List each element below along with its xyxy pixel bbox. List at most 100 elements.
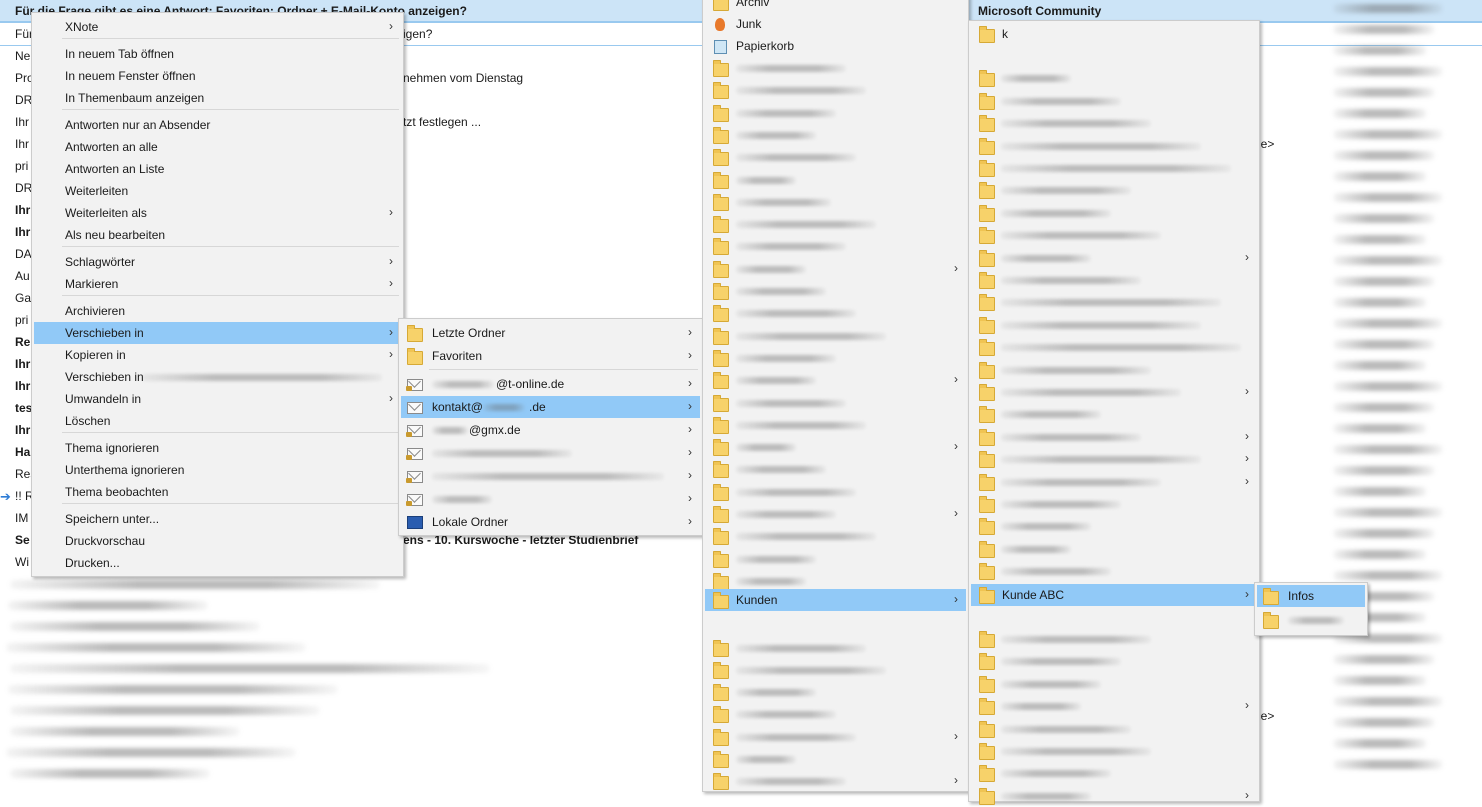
menu-item-account-redacted[interactable]: ›	[401, 442, 700, 464]
menu-item-folder[interactable]	[971, 90, 1257, 112]
menu-item-folder[interactable]	[705, 124, 966, 146]
menu-item-folder[interactable]: ›	[705, 770, 966, 792]
menu-item-folder[interactable]: ›	[971, 426, 1257, 448]
menu-item-move-to-recent[interactable]: Verschieben in	[34, 366, 401, 388]
menu-item-account-redacted[interactable]: ›	[401, 488, 700, 510]
menu-item-folder[interactable]	[705, 57, 966, 79]
mail-row-stub[interactable]: DA	[15, 247, 31, 261]
menu-item-folder[interactable]	[971, 493, 1257, 515]
menu-item-folder[interactable]	[705, 525, 966, 547]
mail-row-stub[interactable]: Für	[15, 27, 31, 41]
menu-item-folder[interactable]	[971, 628, 1257, 650]
menu-item-delete[interactable]: Löschen	[34, 410, 401, 432]
mail-row-stub[interactable]: Ihr	[15, 357, 31, 371]
menu-item-folder[interactable]	[705, 146, 966, 168]
menu-item-tags[interactable]: Schlagwörter ›	[34, 251, 401, 273]
menu-item-redacted-folder[interactable]	[1257, 609, 1365, 631]
menu-item-trash[interactable]: Papierkorb	[705, 35, 966, 57]
menu-item-folder[interactable]	[705, 414, 966, 436]
menu-item-folder[interactable]	[971, 224, 1257, 246]
menu-item-ignore-thread[interactable]: Thema ignorieren	[34, 437, 401, 459]
mail-row-stub[interactable]: !! R	[15, 489, 31, 503]
menu-item-k[interactable]: k	[971, 23, 1257, 45]
menu-item-folder[interactable]	[705, 169, 966, 191]
menu-item-edit-as-new[interactable]: Als neu bearbeiten	[34, 224, 401, 246]
menu-item-folder[interactable]	[971, 560, 1257, 582]
menu-item-open-in-new-window[interactable]: In neuem Fenster öffnen	[34, 65, 401, 87]
mail-row-stub[interactable]: pri	[15, 159, 31, 173]
menu-item-copy-to[interactable]: Kopieren in ›	[34, 344, 401, 366]
menu-item-folder[interactable]	[971, 515, 1257, 537]
menu-item-convert-to[interactable]: Umwandeln in ›	[34, 388, 401, 410]
menu-item-folder[interactable]	[971, 269, 1257, 291]
menu-item-folder[interactable]: ›	[705, 436, 966, 458]
menu-item-watch-thread[interactable]: Thema beobachten	[34, 481, 401, 503]
menu-item-reply-all[interactable]: Antworten an alle	[34, 136, 401, 158]
mail-row-stub[interactable]: Ihr	[15, 225, 31, 239]
menu-item-folder[interactable]	[971, 762, 1257, 784]
menu-item-folder[interactable]	[971, 112, 1257, 134]
menu-item-folder[interactable]: ›	[971, 381, 1257, 403]
menu-item-folder[interactable]	[705, 302, 966, 324]
menu-item-folder[interactable]	[971, 157, 1257, 179]
menu-item-folder[interactable]	[971, 740, 1257, 762]
mail-row-stub[interactable]: Se	[15, 533, 31, 547]
menu-item-folder[interactable]	[705, 748, 966, 770]
menu-item-folder[interactable]	[971, 650, 1257, 672]
menu-item-folder[interactable]	[705, 347, 966, 369]
mail-row-stub[interactable]: Pro	[15, 71, 31, 85]
menu-item-forward[interactable]: Weiterleiten	[34, 180, 401, 202]
mail-row-stub[interactable]: Ihr	[15, 423, 31, 437]
mail-row-stub[interactable]: pri	[15, 313, 31, 327]
menu-item-folder[interactable]: ›	[705, 503, 966, 525]
menu-item-archive[interactable]: Archiv	[705, 0, 966, 13]
menu-item-folder[interactable]	[971, 291, 1257, 313]
menu-item-print-preview[interactable]: Druckvorschau	[34, 530, 401, 552]
mail-row-stub[interactable]: IM	[15, 511, 31, 525]
menu-item-folder[interactable]: ›	[971, 695, 1257, 717]
menu-item-recent-folders[interactable]: Letzte Ordner ›	[401, 322, 700, 344]
menu-item-folder[interactable]	[971, 673, 1257, 695]
mail-row-stub[interactable]: Ihr	[15, 379, 31, 393]
menu-item-folder[interactable]	[705, 548, 966, 570]
menu-item-folder[interactable]	[971, 202, 1257, 224]
menu-item-folder[interactable]	[705, 102, 966, 124]
menu-item-account-kontakt[interactable]: kontakt@ .de ›	[401, 396, 700, 418]
mail-row-stub[interactable]: Ha	[15, 445, 31, 459]
menu-item-xnote[interactable]: XNote ›	[34, 16, 401, 38]
menu-item-folder[interactable]	[705, 659, 966, 681]
menu-item-mark[interactable]: Markieren ›	[34, 273, 401, 295]
menu-item-forward-as[interactable]: Weiterleiten als ›	[34, 202, 401, 224]
mail-row-stub[interactable]: Ne	[15, 49, 31, 63]
menu-item-account-tonline[interactable]: @t-online.de ›	[401, 373, 700, 395]
menu-item-folder[interactable]: ›	[705, 369, 966, 391]
menu-item-show-in-thread-tree[interactable]: In Themenbaum anzeigen	[34, 87, 401, 109]
menu-item-kunde-abc[interactable]: Kunde ABC ›	[971, 584, 1257, 606]
menu-item-folder[interactable]	[705, 392, 966, 414]
menu-item-reply-to-sender[interactable]: Antworten nur an Absender	[34, 114, 401, 136]
mail-row-stub[interactable]: Wi	[15, 555, 31, 569]
menu-item-folder[interactable]	[705, 280, 966, 302]
menu-item-local-folders[interactable]: Lokale Ordner ›	[401, 511, 700, 533]
menu-item-folder[interactable]	[705, 637, 966, 659]
mail-row-stub[interactable]: Res	[15, 467, 31, 481]
menu-item-folder[interactable]: ›	[971, 448, 1257, 470]
menu-item-folder[interactable]	[705, 481, 966, 503]
menu-item-folder[interactable]	[705, 458, 966, 480]
menu-item-folder[interactable]	[705, 79, 966, 101]
mail-row-stub[interactable]: Ihr	[15, 115, 31, 129]
menu-item-print[interactable]: Drucken...	[34, 552, 401, 574]
menu-item-folder[interactable]	[971, 538, 1257, 560]
mail-row-stub[interactable]: tes	[15, 401, 31, 415]
mail-row-stub[interactable]: Au	[15, 269, 31, 283]
mail-row-stub[interactable]: DR	[15, 93, 31, 107]
mail-row-stub[interactable]: Ihr	[15, 203, 31, 217]
menu-item-folder[interactable]	[971, 336, 1257, 358]
menu-item-open-in-new-tab[interactable]: In neuem Tab öffnen	[34, 43, 401, 65]
menu-item-folder[interactable]: ›	[971, 471, 1257, 493]
menu-item-kunden[interactable]: Kunden ›	[705, 589, 966, 611]
menu-item-folder[interactable]: ›	[971, 785, 1257, 807]
menu-item-folder[interactable]: ›	[705, 726, 966, 748]
menu-item-account-redacted[interactable]: ›	[401, 465, 700, 487]
menu-item-folder[interactable]	[971, 718, 1257, 740]
